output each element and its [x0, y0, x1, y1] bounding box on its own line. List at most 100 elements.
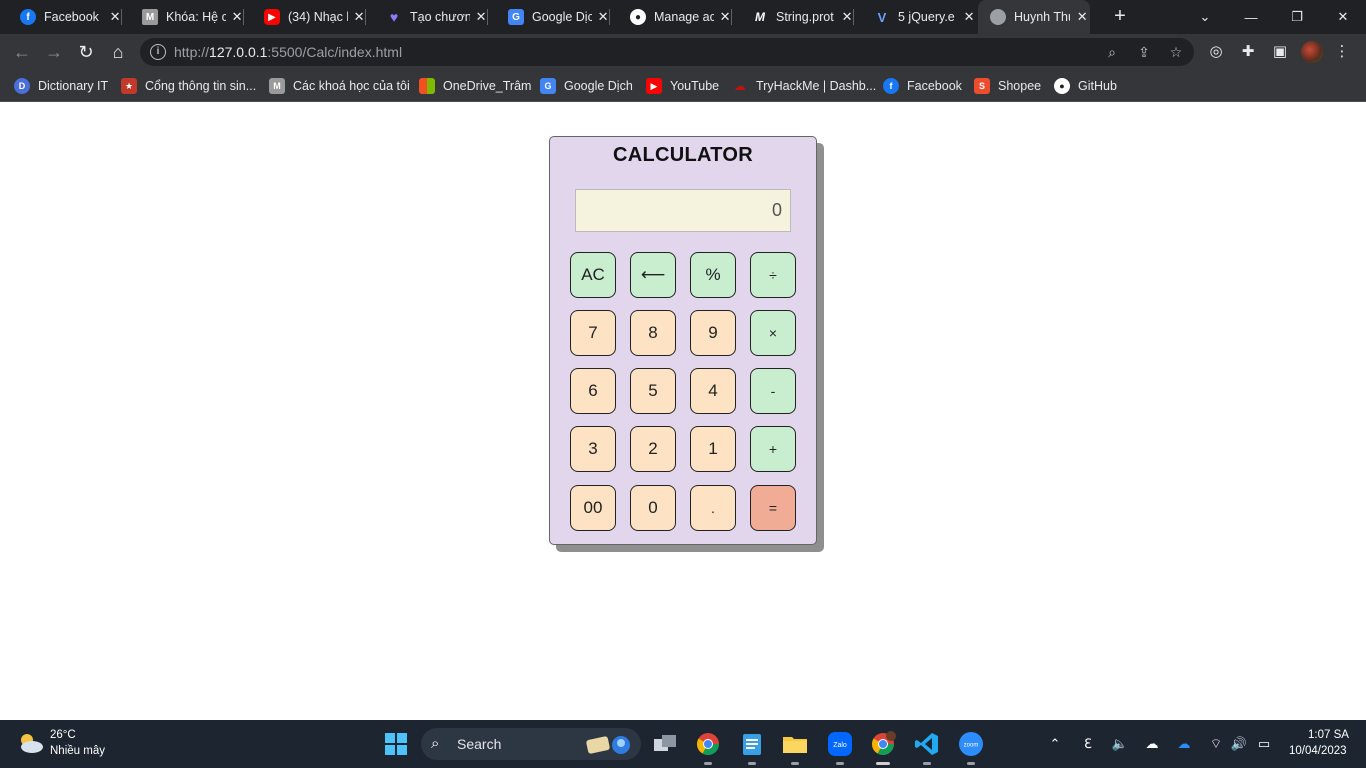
clock-time[interactable]: 1:07 SA: [1308, 729, 1349, 741]
vscode-icon[interactable]: [912, 729, 942, 765]
percent-button[interactable]: %: [690, 252, 736, 298]
close-icon[interactable]: ✕: [1074, 9, 1090, 25]
multiply-button[interactable]: ×: [750, 310, 796, 356]
reload-icon[interactable]: ↻: [74, 40, 98, 64]
double-zero-button[interactable]: 00: [570, 485, 616, 531]
tab-facebook[interactable]: f Facebook ✕: [0, 0, 122, 34]
notepad-icon[interactable]: [737, 729, 767, 765]
digit-5-button[interactable]: 5: [630, 368, 676, 414]
digit-2-button[interactable]: 2: [630, 426, 676, 472]
microsoft-icon: [419, 78, 435, 94]
bookmark-cong-thong-tin[interactable]: ★ Cổng thông tin sin...: [121, 77, 256, 95]
zoom-icon[interactable]: zoom: [956, 729, 986, 765]
digit-9-button[interactable]: 9: [690, 310, 736, 356]
bookmark-facebook[interactable]: f Facebook: [883, 77, 962, 95]
equals-button[interactable]: =: [750, 485, 796, 531]
digit-8-button[interactable]: 8: [630, 310, 676, 356]
backspace-button[interactable]: ⟵: [630, 252, 676, 298]
close-icon[interactable]: ✕: [474, 9, 488, 25]
onedrive-icon[interactable]: ☁: [1174, 734, 1194, 754]
restore-button[interactable]: ❐: [1274, 0, 1320, 34]
tab-title: Khóa: Hệ cơ: [166, 10, 227, 24]
onedrive-personal-icon[interactable]: ☁: [1142, 734, 1162, 754]
battery-icon[interactable]: ▭: [1254, 734, 1274, 754]
minimize-button[interactable]: —: [1228, 0, 1274, 34]
decimal-button[interactable]: .: [690, 485, 736, 531]
github-icon: ●: [1054, 78, 1070, 94]
wifi-icon[interactable]: ⌔: [1206, 734, 1226, 754]
tab-manage[interactable]: ● Manage ac ✕: [610, 0, 732, 34]
close-icon[interactable]: ✕: [108, 9, 122, 25]
zoom-icon[interactable]: ⌕: [1103, 43, 1121, 61]
clock-date[interactable]: 10/04/2023: [1289, 745, 1347, 757]
chrome-profile-icon[interactable]: [868, 729, 898, 765]
taskbar-search[interactable]: ⌕ Search: [421, 728, 641, 760]
weather-description[interactable]: Nhiều mây: [50, 745, 105, 757]
close-icon[interactable]: ✕: [230, 9, 244, 25]
bookmark-dictionary-it[interactable]: D Dictionary IT: [14, 77, 108, 95]
input-method-icon[interactable]: ℇ: [1078, 734, 1098, 754]
digit-0-button[interactable]: 0: [630, 485, 676, 531]
extensions-puzzle-icon[interactable]: ✚: [1238, 42, 1258, 62]
bookmark-cac-khoa-hoc[interactable]: M Các khoá học của tôi: [269, 77, 410, 95]
bookmark-shopee[interactable]: S Shopee: [974, 77, 1041, 95]
youtube-icon: ▶: [646, 78, 662, 94]
speaker-icon[interactable]: 🔊: [1229, 734, 1249, 754]
plus-button[interactable]: +: [750, 426, 796, 472]
tab-search-chevron-icon[interactable]: ⌄: [1182, 0, 1228, 34]
compass-extension-icon[interactable]: ◎: [1206, 42, 1226, 62]
tab-youtube[interactable]: ▶ (34) Nhạc l ✕: [244, 0, 366, 34]
forward-arrow-icon[interactable]: →: [42, 40, 66, 64]
new-tab-button[interactable]: +: [1108, 4, 1132, 28]
bookmark-youtube[interactable]: ▶ YouTube: [646, 77, 719, 95]
divide-button[interactable]: ÷: [750, 252, 796, 298]
tab-title: 5 jQuery.e: [898, 10, 955, 24]
show-hidden-icons-chevron-icon[interactable]: ⌃: [1045, 734, 1065, 754]
svg-text:zoom: zoom: [964, 743, 979, 749]
close-icon[interactable]: ✕: [352, 9, 366, 25]
task-view-icon[interactable]: [650, 729, 680, 759]
share-icon[interactable]: ⇪: [1135, 43, 1153, 61]
tab-jquery[interactable]: V 5 jQuery.e ✕: [854, 0, 976, 34]
home-icon[interactable]: ⌂: [106, 40, 130, 64]
windows-start-icon[interactable]: [381, 729, 411, 759]
digit-7-button[interactable]: 7: [570, 310, 616, 356]
site-info-icon[interactable]: i: [150, 44, 166, 60]
chrome-icon[interactable]: [693, 729, 723, 765]
close-icon[interactable]: ✕: [596, 9, 610, 25]
tab-tao-chuong[interactable]: ♥ Tạo chương ✕: [366, 0, 488, 34]
back-arrow-icon[interactable]: ←: [10, 40, 34, 64]
digit-1-button[interactable]: 1: [690, 426, 736, 472]
minus-button[interactable]: -: [750, 368, 796, 414]
close-icon[interactable]: ✕: [840, 9, 854, 25]
bookmark-google-dich[interactable]: G Google Dịch: [540, 77, 633, 95]
file-explorer-icon[interactable]: [780, 729, 810, 765]
tab-title: String.prot: [776, 10, 834, 24]
tab-khoa[interactable]: M Khóa: Hệ cơ ✕: [122, 0, 244, 34]
search-label: Search: [457, 736, 502, 752]
tab-string-prot[interactable]: M String.prot ✕: [732, 0, 854, 34]
close-icon[interactable]: ✕: [962, 9, 976, 25]
zalo-icon[interactable]: Zalo: [825, 729, 855, 765]
digit-3-button[interactable]: 3: [570, 426, 616, 472]
tab-title: Manage ac: [654, 10, 715, 24]
menu-kebab-icon[interactable]: ⋮: [1332, 42, 1352, 62]
url-text[interactable]: http://127.0.0.1:5500/Calc/index.html: [174, 44, 402, 60]
close-window-button[interactable]: ✕: [1320, 0, 1366, 34]
profile-avatar[interactable]: [1301, 41, 1323, 63]
volume-small-icon[interactable]: 🔈: [1110, 734, 1130, 754]
bookmark-onedrive[interactable]: OneDrive_Trâm: [419, 77, 531, 95]
cloudy-weather-icon[interactable]: [16, 731, 44, 755]
tab-google-dich[interactable]: G Google Dịch ✕: [488, 0, 610, 34]
digit-6-button[interactable]: 6: [570, 368, 616, 414]
bookmark-tryhackme[interactable]: ☁ TryHackMe | Dashb...: [732, 77, 876, 95]
address-bar[interactable]: i http://127.0.0.1:5500/Calc/index.html …: [140, 38, 1194, 66]
bookmark-star-icon[interactable]: ☆: [1167, 43, 1185, 61]
tab-huynh-thu[interactable]: Huynh Thu ✕: [978, 0, 1090, 34]
bookmark-github[interactable]: ● GitHub: [1054, 77, 1117, 95]
weather-temperature[interactable]: 26°C: [50, 729, 76, 741]
digit-4-button[interactable]: 4: [690, 368, 736, 414]
all-clear-button[interactable]: AC: [570, 252, 616, 298]
side-panel-icon[interactable]: ▣: [1270, 42, 1290, 62]
close-icon[interactable]: ✕: [718, 9, 732, 25]
